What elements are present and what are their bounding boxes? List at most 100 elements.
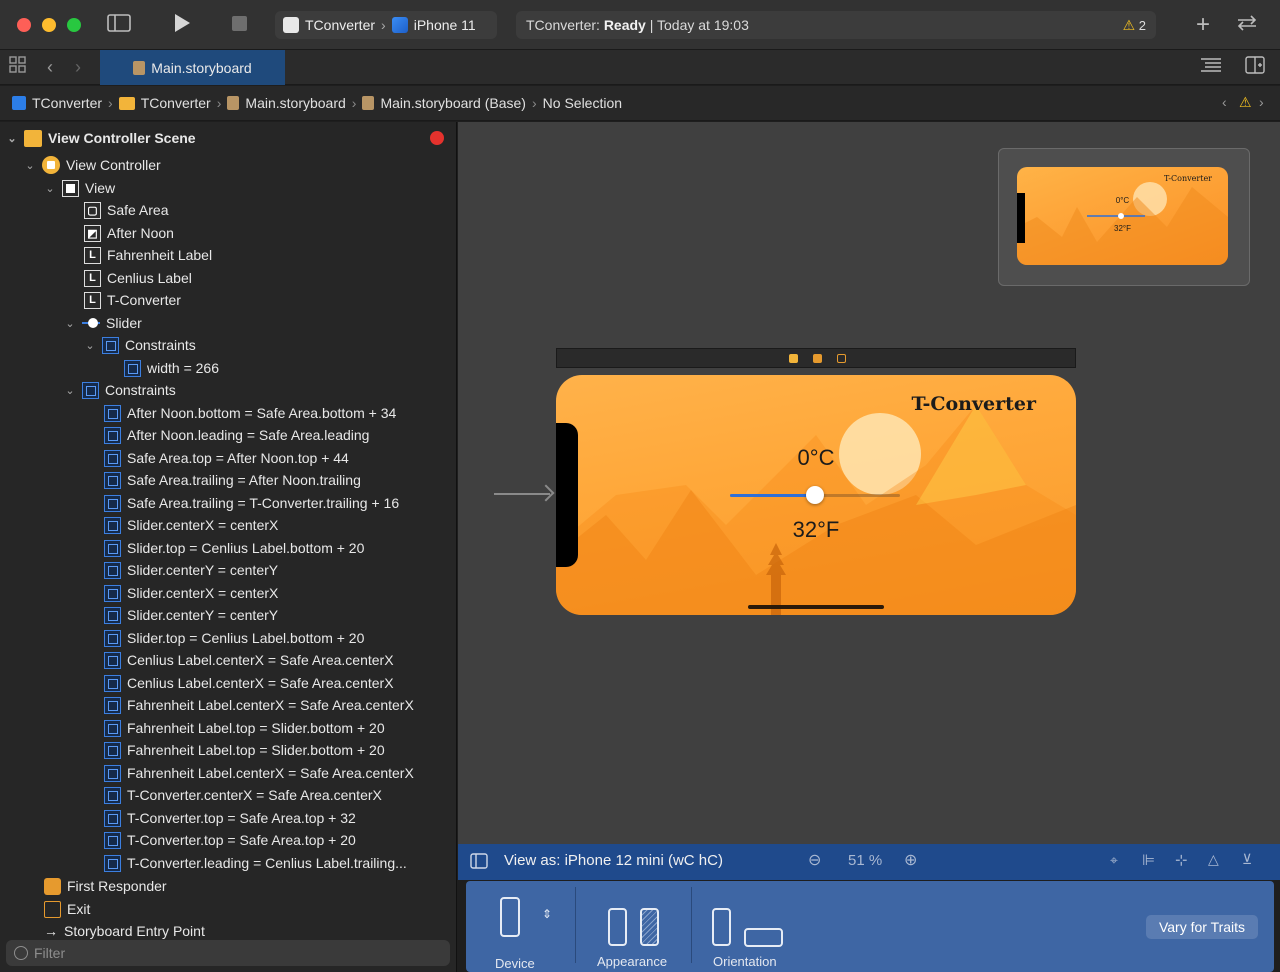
outline-item-constraint[interactable]: Fahrenheit Label.centerX = Safe Area.cen… — [104, 694, 414, 716]
outline-item-constraint[interactable]: Slider.centerY = centerY — [104, 604, 278, 626]
breadcrumb-storyboard[interactable]: Main.storyboard — [227, 95, 346, 111]
breadcrumb-storyboard-base[interactable]: Main.storyboard (Base) — [362, 95, 526, 111]
label-icon: L — [84, 246, 101, 264]
breadcrumb-selection[interactable]: No Selection — [543, 95, 622, 111]
exit-dock-icon[interactable] — [837, 354, 846, 363]
back-icon[interactable]: ‹ — [42, 55, 58, 79]
add-library-icon[interactable]: + — [1192, 13, 1214, 37]
chevron-down-icon[interactable]: ⌄ — [64, 317, 76, 330]
outline-item-scene[interactable]: ⌄ View Controller Scene — [6, 127, 196, 149]
warning-icon[interactable]: ⚠ — [1239, 94, 1252, 111]
embed-in-icon[interactable]: ⊻ — [1242, 851, 1252, 868]
stop-icon[interactable] — [230, 13, 250, 39]
outline-item-constraint[interactable]: Safe Area.trailing = After Noon.trailing — [104, 469, 361, 491]
minimap[interactable]: T-Converter 0°C 32°F — [998, 148, 1250, 286]
resolve-issues-icon[interactable]: △ — [1208, 851, 1219, 868]
first-responder-dock-icon[interactable] — [813, 354, 822, 363]
outline-item-constraint[interactable]: Slider.centerY = centerY — [104, 559, 278, 581]
zoom-in-icon[interactable]: ⊕ — [904, 850, 917, 870]
outline-item-entry-point[interactable]: → Storyboard Entry Point — [44, 920, 205, 942]
sidebar-toggle-icon[interactable] — [107, 13, 131, 39]
scheme-selector[interactable]: TConverter › iPhone 11 — [275, 11, 497, 39]
outline-item-constraint[interactable]: Safe Area.trailing = T-Converter.trailin… — [104, 492, 399, 514]
view-controller-dock-icon[interactable] — [789, 354, 798, 363]
outline-item-after-noon[interactable]: ◩ After Noon — [84, 222, 174, 244]
tab-main-storyboard[interactable]: Main.storyboard — [100, 50, 285, 85]
filter-input[interactable]: Filter — [6, 940, 450, 966]
run-icon[interactable] — [172, 13, 192, 39]
outline-item-constraint[interactable]: Slider.centerX = centerX — [104, 582, 278, 604]
first-responder-icon — [44, 877, 61, 895]
update-frames-icon[interactable]: ⌖ — [1110, 852, 1118, 869]
outline-item-constraint[interactable]: T-Converter.top = Safe Area.top + 32 — [104, 807, 356, 829]
entry-point-arrow[interactable] — [494, 493, 550, 495]
outline-item-slider-constraints[interactable]: ⌄ Constraints — [84, 334, 196, 356]
outline-item-constraint[interactable]: Slider.top = Cenlius Label.bottom + 20 — [104, 537, 364, 559]
outline-item-constraint[interactable]: Fahrenheit Label.centerX = Safe Area.cen… — [104, 762, 414, 784]
slider-thumb[interactable] — [806, 486, 824, 504]
chevron-down-icon[interactable]: ⌄ — [84, 339, 96, 352]
chevron-down-icon[interactable]: ⌄ — [64, 384, 76, 397]
outline-item-first-responder[interactable]: First Responder — [44, 875, 167, 897]
error-icon[interactable] — [430, 131, 444, 145]
light-appearance-icon[interactable] — [608, 908, 627, 946]
next-issue-icon[interactable]: › — [1259, 94, 1264, 110]
breadcrumb-folder[interactable]: TConverter — [118, 95, 211, 111]
warning-badge[interactable]: ⚠ 2 — [1123, 11, 1146, 40]
add-constraints-icon[interactable]: ⊹ — [1175, 851, 1188, 869]
outline-item-t-converter[interactable]: L T-Converter — [84, 289, 181, 311]
outline-item-constraint[interactable]: T-Converter.centerX = Safe Area.centerX — [104, 784, 382, 806]
split-editor-icon[interactable] — [1244, 56, 1266, 80]
device-phone-icon[interactable] — [500, 897, 520, 937]
code-review-icon[interactable] — [1234, 13, 1260, 39]
outline-item-constraint[interactable]: T-Converter.leading = Cenlius Label.trai… — [104, 852, 407, 874]
outline-item-exit[interactable]: Exit — [44, 898, 90, 920]
outline-item-constraint[interactable]: Slider.top = Cenlius Label.bottom + 20 — [104, 627, 364, 649]
outline-item-view-controller[interactable]: ⌄ View Controller — [24, 154, 161, 176]
temperature-slider[interactable] — [730, 486, 900, 504]
outline-item-constraint[interactable]: Fahrenheit Label.top = Slider.bottom + 2… — [104, 739, 385, 761]
outline-item-constraint[interactable]: Fahrenheit Label.top = Slider.bottom + 2… — [104, 717, 385, 739]
view-as-label[interactable]: View as: iPhone 12 mini (wC hC) — [504, 852, 723, 869]
outline-item-constraint[interactable]: Safe Area.top = After Noon.top + 44 — [104, 447, 349, 469]
chevron-down-icon[interactable]: ⌄ — [44, 182, 56, 195]
dark-appearance-icon[interactable] — [640, 908, 659, 946]
device-panel-toggle-icon[interactable] — [470, 852, 488, 874]
outline-item-label: Safe Area.top = After Noon.top + 44 — [127, 450, 349, 466]
previous-issue-icon[interactable]: ‹ — [1222, 94, 1227, 110]
zoom-window-button[interactable] — [67, 18, 81, 32]
align-icon[interactable]: ⊫ — [1142, 851, 1155, 869]
vary-for-traits-button[interactable]: Vary for Traits — [1146, 915, 1258, 939]
portrait-orientation-icon[interactable] — [712, 908, 731, 946]
zoom-out-icon[interactable]: ⊖ — [808, 850, 821, 870]
scene-view[interactable]: T-Converter 0°C 32°F — [556, 375, 1076, 615]
outline-item-constraint[interactable]: After Noon.leading = Safe Area.leading — [104, 424, 369, 446]
breadcrumb-project[interactable]: TConverter — [12, 95, 102, 111]
close-window-button[interactable] — [17, 18, 31, 32]
outline-item-constraint[interactable]: Cenlius Label.centerX = Safe Area.center… — [104, 672, 394, 694]
outline-item-slider[interactable]: ⌄ Slider — [64, 312, 141, 334]
landscape-orientation-icon[interactable] — [744, 928, 783, 947]
outline-item-constraint[interactable]: After Noon.bottom = Safe Area.bottom + 3… — [104, 402, 396, 424]
outline-item-safe-area[interactable]: ▢ Safe Area — [84, 199, 169, 221]
outline-item-fahrenheit-label[interactable]: L Fahrenheit Label — [84, 244, 212, 266]
chevron-down-icon[interactable]: ⌄ — [24, 159, 36, 172]
device-stepper-icon[interactable]: ⇕ — [542, 907, 552, 921]
outline-item-constraints[interactable]: ⌄ Constraints — [64, 379, 176, 401]
app-title-label[interactable]: T-Converter — [911, 393, 1036, 415]
chevron-down-icon[interactable]: ⌄ — [6, 132, 18, 145]
outline-item-constraint[interactable]: T-Converter.top = Safe Area.top + 20 — [104, 829, 356, 851]
fahrenheit-label[interactable]: 32°F — [556, 517, 1076, 543]
grid-icon[interactable] — [8, 56, 28, 80]
outline-item-constraint[interactable]: Cenlius Label.centerX = Safe Area.center… — [104, 649, 394, 671]
outline-item-view[interactable]: ⌄ View — [44, 177, 115, 199]
storyboard-canvas[interactable]: T-Converter 0°C 32°F T-Converter 0°C 32°… — [458, 122, 1280, 844]
outline-item-celsius-label[interactable]: L Cenlius Label — [84, 267, 192, 289]
scene-dock[interactable] — [556, 348, 1076, 368]
outline-item-constraint[interactable]: width = 266 — [124, 357, 219, 379]
minimize-window-button[interactable] — [42, 18, 56, 32]
editor-options-icon[interactable] — [1198, 56, 1224, 80]
celsius-label[interactable]: 0°C — [556, 445, 1076, 471]
outline-item-constraint[interactable]: Slider.centerX = centerX — [104, 514, 278, 536]
forward-icon[interactable]: › — [70, 55, 86, 79]
